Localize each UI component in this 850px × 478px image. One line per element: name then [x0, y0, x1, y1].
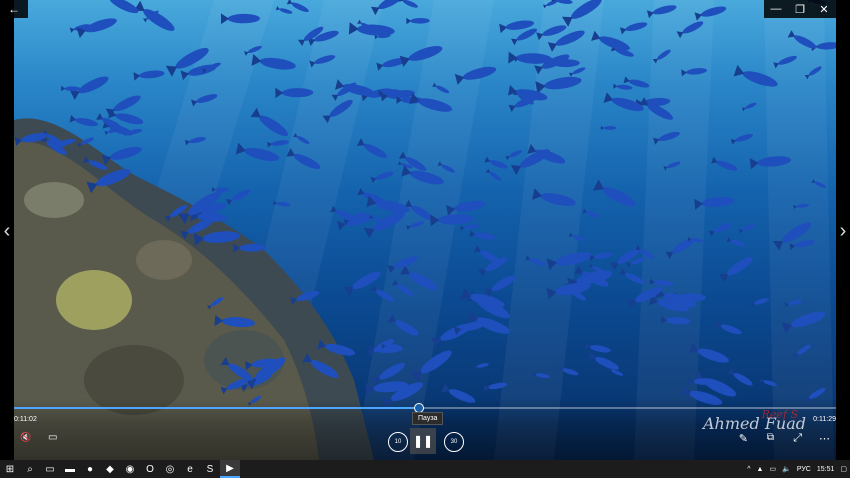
seek-progress: [14, 407, 420, 409]
firefox-icon[interactable]: ●: [80, 460, 100, 478]
skype-icon[interactable]: S: [200, 460, 220, 478]
battery-icon[interactable]: ▭: [766, 465, 779, 473]
previous-arrow-icon[interactable]: ‹: [0, 218, 14, 244]
search-icon[interactable]: ⌕: [20, 460, 40, 478]
skip-forward-button[interactable]: 30: [444, 432, 464, 452]
movies-tv-app: ← — ❐ ✕ ‹ › 0:11:02 0:11:29 Пауза 🔇 ▭ 10…: [0, 0, 850, 460]
opera-icon[interactable]: O: [140, 460, 160, 478]
network-icon[interactable]: ▲: [754, 466, 767, 473]
close-button[interactable]: ✕: [812, 0, 836, 18]
fullscreen-icon[interactable]: ⤢: [793, 432, 802, 445]
total-time: 0:11:29: [813, 416, 836, 423]
notification-icon[interactable]: ▢: [837, 465, 850, 473]
minimize-button[interactable]: —: [764, 0, 788, 18]
mute-icon[interactable]: 🔇: [20, 432, 31, 443]
cast-icon[interactable]: ⧉: [767, 432, 774, 443]
volume-icon[interactable]: 🔈: [779, 465, 794, 473]
windows-taskbar: ⊞ ⌕ ▭ ▬ ● ◆ ◉ O ◎ e S ▶ ^ ▲ ▭ 🔈 РУС 15:51 ▢: [0, 460, 850, 478]
watermark-red-text: Reef S: [761, 408, 798, 421]
skip-back-button[interactable]: 10: [388, 432, 408, 452]
edge-icon[interactable]: e: [180, 460, 200, 478]
file-explorer-icon[interactable]: ▬: [60, 460, 80, 478]
pause-button[interactable]: ❚❚: [410, 428, 436, 454]
subtitles-icon[interactable]: ▭: [48, 432, 57, 443]
maximize-button[interactable]: ❐: [788, 0, 812, 18]
windows-start-icon[interactable]: ⊞: [0, 460, 20, 478]
app-icon[interactable]: ◆: [100, 460, 120, 478]
task-view-icon[interactable]: ▭: [40, 460, 60, 478]
clock[interactable]: 15:51: [814, 466, 838, 473]
player-controls: 0:11:02 0:11:29 Пауза 🔇 ▭ 10 ❚❚ 30 Ahmed…: [14, 398, 836, 460]
watermark: Ahmed Fuad Reef S: [703, 408, 806, 433]
current-time: 0:11:02: [14, 416, 37, 423]
back-button[interactable]: ←: [0, 0, 28, 18]
window-controls: — ❐ ✕: [764, 0, 836, 18]
language-indicator[interactable]: РУС: [794, 466, 814, 473]
video-frame[interactable]: [14, 0, 836, 460]
tray-chevron-icon[interactable]: ^: [744, 466, 753, 473]
app-icon-2[interactable]: ◉: [120, 460, 140, 478]
edit-icon[interactable]: ✎: [739, 432, 748, 445]
underwater-scene: [14, 0, 836, 460]
movies-tv-icon[interactable]: ▶: [220, 460, 240, 478]
chrome-icon[interactable]: ◎: [160, 460, 180, 478]
seek-bar[interactable]: [14, 403, 836, 413]
more-options-icon[interactable]: ⋯: [819, 432, 830, 445]
system-tray: ^ ▲ ▭ 🔈 РУС 15:51 ▢: [744, 460, 850, 478]
pause-tooltip: Пауза: [412, 412, 444, 425]
taskbar-apps: ⊞ ⌕ ▭ ▬ ● ◆ ◉ O ◎ e S ▶: [0, 460, 240, 478]
next-arrow-icon[interactable]: ›: [836, 218, 850, 244]
